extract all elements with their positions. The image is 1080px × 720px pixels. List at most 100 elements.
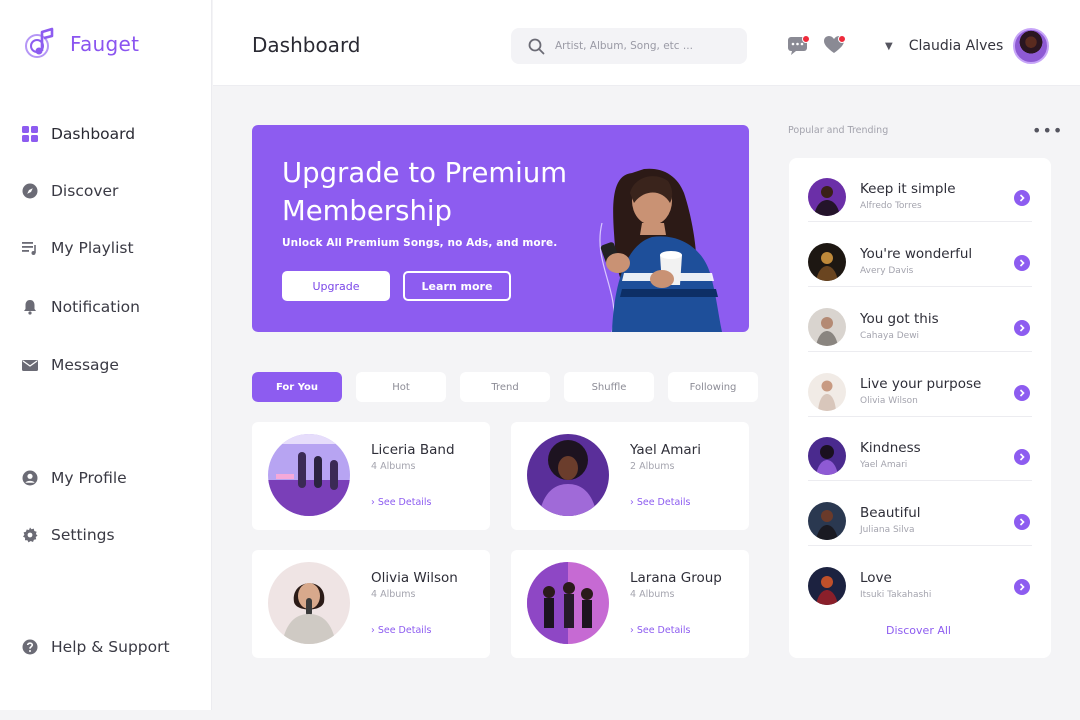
upgrade-button[interactable]: Upgrade bbox=[282, 271, 390, 301]
search-input[interactable] bbox=[555, 40, 725, 52]
song-title: Love bbox=[860, 570, 892, 586]
top-bar: Dashboard ▼ Claudia Alves bbox=[213, 0, 1080, 86]
play-button[interactable] bbox=[1014, 385, 1030, 401]
trending-heading: Popular and Trending bbox=[788, 125, 889, 136]
song-cover bbox=[808, 373, 846, 411]
tab-shuffle[interactable]: Shuffle bbox=[564, 372, 654, 402]
song-artist: Yael Amari bbox=[860, 460, 908, 470]
song-title: Live your purpose bbox=[860, 376, 982, 392]
notification-dot bbox=[802, 35, 810, 43]
sidebar-item-label: Help & Support bbox=[51, 638, 170, 656]
list-item[interactable]: You're wonderful Avery Davis bbox=[808, 223, 1032, 287]
play-button[interactable] bbox=[1014, 320, 1030, 336]
envelope-icon bbox=[22, 357, 38, 373]
chat-button[interactable] bbox=[787, 34, 810, 56]
chevron-right-icon bbox=[1019, 453, 1025, 461]
artist-name: Olivia Wilson bbox=[371, 570, 458, 586]
song-title: Beautiful bbox=[860, 505, 921, 521]
play-button[interactable] bbox=[1014, 514, 1030, 530]
chevron-right-icon bbox=[1019, 583, 1025, 591]
song-title: You got this bbox=[860, 311, 939, 327]
song-title: Kindness bbox=[860, 440, 921, 456]
play-button[interactable] bbox=[1014, 255, 1030, 271]
tab-following[interactable]: Following bbox=[668, 372, 758, 402]
sidebar-item-label: Settings bbox=[51, 526, 115, 544]
banner-subtitle: Unlock All Premium Songs, no Ads, and mo… bbox=[282, 237, 558, 249]
sidebar-item-label: Discover bbox=[51, 182, 119, 200]
song-cover bbox=[808, 308, 846, 346]
sidebar-item-settings[interactable]: Settings bbox=[22, 526, 115, 544]
play-button[interactable] bbox=[1014, 449, 1030, 465]
song-title: You're wonderful bbox=[860, 246, 973, 262]
sidebar-item-dashboard[interactable]: Dashboard bbox=[22, 125, 135, 143]
list-item[interactable]: Love Itsuki Takahashi bbox=[808, 547, 1032, 611]
song-artist: Avery Davis bbox=[860, 266, 914, 276]
bell-icon bbox=[22, 299, 38, 315]
artist-photo bbox=[527, 562, 609, 644]
artist-card[interactable]: Olivia Wilson 4 Albums › See Details bbox=[252, 550, 490, 658]
chevron-right-icon bbox=[1019, 518, 1025, 526]
chevron-right-icon bbox=[1019, 389, 1025, 397]
sidebar-item-message[interactable]: Message bbox=[22, 356, 119, 374]
list-item[interactable]: Keep it simple Alfredo Torres bbox=[808, 158, 1032, 222]
sidebar-item-my-profile[interactable]: My Profile bbox=[22, 469, 127, 487]
artist-card[interactable]: Liceria Band 4 Albums › See Details bbox=[252, 422, 490, 530]
help-icon bbox=[22, 639, 38, 655]
music-note-logo-icon bbox=[25, 27, 54, 58]
see-details-link[interactable]: › See Details bbox=[630, 497, 691, 508]
learn-more-button[interactable]: Learn more bbox=[403, 271, 511, 301]
sidebar-item-notification[interactable]: Notification bbox=[22, 298, 140, 316]
brand-logo[interactable]: Fauget bbox=[22, 26, 139, 62]
see-details-link[interactable]: › See Details bbox=[371, 497, 432, 508]
sidebar-item-discover[interactable]: Discover bbox=[22, 182, 118, 200]
list-item[interactable]: Live your purpose Olivia Wilson bbox=[808, 353, 1032, 417]
song-artist: Juliana Silva bbox=[860, 525, 915, 535]
sidebar-item-label: Message bbox=[51, 356, 119, 374]
list-item[interactable]: Beautiful Juliana Silva bbox=[808, 482, 1032, 546]
trending-list: Keep it simple Alfredo Torres You're won… bbox=[789, 158, 1051, 658]
user-menu[interactable]: ▼ Claudia Alves bbox=[885, 28, 1050, 64]
album-count: 4 Albums bbox=[630, 589, 675, 600]
playlist-icon bbox=[22, 240, 38, 256]
gear-icon bbox=[22, 527, 38, 543]
user-circle-icon bbox=[22, 470, 38, 486]
tab-for-you[interactable]: For You bbox=[252, 372, 342, 402]
sidebar: Fauget Dashboard Discover My Playlist No… bbox=[0, 0, 212, 710]
song-cover bbox=[808, 502, 846, 540]
favorites-button[interactable] bbox=[823, 34, 846, 56]
see-details-link[interactable]: › See Details bbox=[630, 625, 691, 636]
artist-photo bbox=[268, 562, 350, 644]
see-details-link[interactable]: › See Details bbox=[371, 625, 432, 636]
brand-name: Fauget bbox=[70, 32, 140, 56]
tab-trend[interactable]: Trend bbox=[460, 372, 550, 402]
song-cover bbox=[808, 567, 846, 605]
artist-card[interactable]: Larana Group 4 Albums › See Details bbox=[511, 550, 749, 658]
sidebar-item-label: Dashboard bbox=[51, 125, 136, 143]
play-button[interactable] bbox=[1014, 579, 1030, 595]
avatar[interactable] bbox=[1013, 28, 1050, 64]
artist-name: Liceria Band bbox=[371, 442, 455, 458]
sidebar-item-my-playlist[interactable]: My Playlist bbox=[22, 239, 134, 257]
song-cover bbox=[808, 243, 846, 281]
artist-card[interactable]: Yael Amari 2 Albums › See Details bbox=[511, 422, 749, 530]
sidebar-item-help-support[interactable]: Help & Support bbox=[22, 638, 170, 656]
chevron-right-icon bbox=[1019, 259, 1025, 267]
list-item[interactable]: Kindness Yael Amari bbox=[808, 417, 1032, 481]
sidebar-item-label: My Profile bbox=[51, 469, 127, 487]
more-options-icon[interactable]: ••• bbox=[1032, 121, 1063, 140]
discover-all-link[interactable]: Discover All bbox=[886, 624, 951, 637]
list-item[interactable]: You got this Cahaya Dewi bbox=[808, 288, 1032, 352]
song-cover bbox=[808, 178, 846, 216]
album-count: 4 Albums bbox=[371, 589, 416, 600]
grid-icon bbox=[22, 126, 38, 142]
song-artist: Alfredo Torres bbox=[860, 201, 922, 211]
premium-banner: Upgrade to Premium Membership Unlock All… bbox=[252, 125, 749, 332]
user-name: Claudia Alves bbox=[908, 38, 1004, 54]
sidebar-item-label: Notification bbox=[51, 298, 140, 316]
play-button[interactable] bbox=[1014, 190, 1030, 206]
chevron-right-icon bbox=[1019, 194, 1025, 202]
search-box[interactable] bbox=[511, 28, 747, 64]
tab-hot[interactable]: Hot bbox=[356, 372, 446, 402]
artist-photo bbox=[268, 434, 350, 516]
song-title: Keep it simple bbox=[860, 181, 956, 197]
